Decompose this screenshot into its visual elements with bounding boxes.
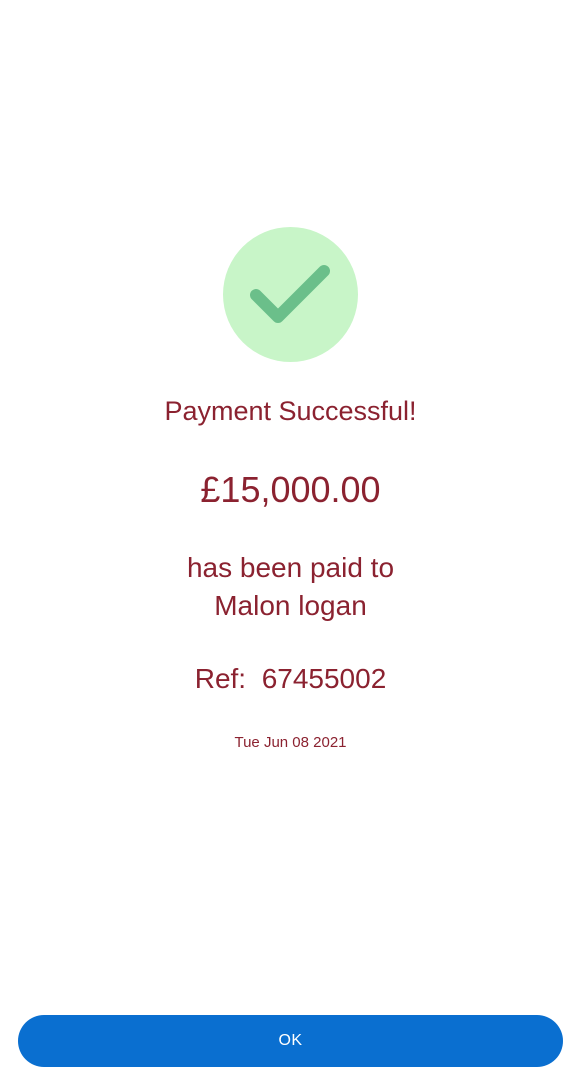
- payment-amount: £15,000.00: [200, 469, 381, 510]
- reference-number: 67455002: [261, 663, 387, 694]
- recipient-block: has been paid to Malon logan: [0, 549, 581, 625]
- payment-date: Tue Jun 08 2021: [234, 734, 347, 751]
- checkmark-icon: [249, 264, 330, 323]
- success-badge: [223, 227, 358, 362]
- ok-button[interactable]: OK: [18, 1015, 563, 1067]
- payment-success-screen: Payment Successful! £15,000.00 has been …: [0, 0, 581, 1080]
- reference-label: Ref:: [194, 663, 247, 694]
- payment-status-title: Payment Successful!: [164, 396, 417, 426]
- reference-line: Ref: 67455002: [0, 660, 581, 698]
- recipient-name: Malon logan: [214, 590, 367, 621]
- paid-to-label: has been paid to: [186, 552, 395, 583]
